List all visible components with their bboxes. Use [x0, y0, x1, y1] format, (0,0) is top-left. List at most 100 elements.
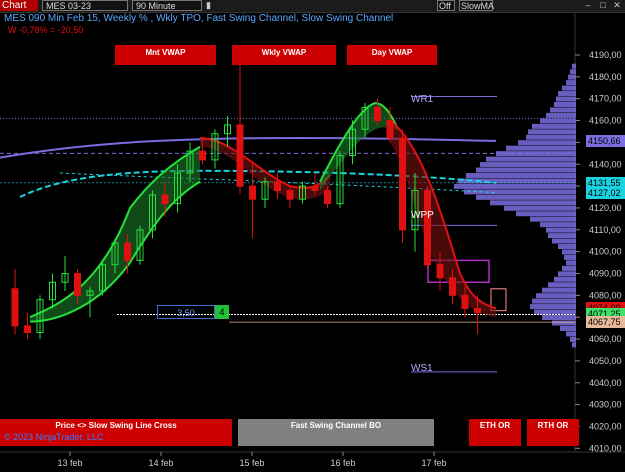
profile-bar [562, 265, 576, 271]
profile-bar [548, 282, 576, 288]
price-marker: 4150,66 [586, 134, 625, 147]
profile-bar [556, 96, 576, 102]
price-marker: 4067,75 [586, 316, 625, 329]
profile-bar [566, 260, 576, 266]
copyright-text: © 2023 NinjaTrader, LLC [4, 432, 104, 442]
time-tick-label: 14 feb [148, 458, 173, 468]
candle-body [274, 181, 281, 191]
profile-bar [530, 304, 576, 310]
price-tick-label: 4020,00 [589, 421, 622, 431]
price-tick-label: 4110,00 [589, 225, 621, 235]
fast-swing-bo-button[interactable]: Fast Swing Channel BO [238, 419, 434, 446]
count-box: 4 [215, 305, 229, 319]
candle-body [11, 288, 19, 327]
profile-bar [504, 205, 576, 211]
profile-bar [528, 129, 576, 135]
candle-body [461, 294, 469, 309]
time-axis: 13 feb 14 feb 15 feb 16 feb 17 feb [57, 452, 447, 468]
profile-bar [560, 325, 576, 331]
day-vwap-button[interactable]: Day VWAP [347, 45, 437, 65]
profile-bar [526, 134, 576, 140]
candle-body [324, 189, 331, 205]
profile-bar [490, 200, 576, 206]
time-tick-label: 17 feb [421, 458, 446, 468]
profile-bar [542, 287, 576, 293]
price-axis: 4190,004180,004170,004160,004150,004140,… [575, 50, 622, 453]
candle-body [436, 264, 444, 279]
price-tick-label: 4180,00 [589, 72, 622, 82]
profile-bar [562, 85, 576, 91]
profile-bar [568, 74, 576, 80]
profile-bar [558, 244, 576, 250]
pivot-levels [0, 96, 575, 373]
profile-bar [558, 91, 576, 97]
candle-body [449, 277, 456, 296]
candle-body [424, 189, 431, 266]
profile-bar [558, 271, 576, 277]
price-tick-label: 4140,00 [589, 159, 622, 169]
profile-bar [506, 145, 576, 151]
profile-bar [566, 80, 576, 86]
profile-bar [540, 118, 576, 124]
profile-bar [486, 156, 576, 162]
price-tick-label: 4050,00 [589, 356, 622, 366]
mnt-vwap-button[interactable]: Mnt VWAP [115, 45, 216, 65]
profile-bar [476, 167, 576, 173]
profile-bar [546, 227, 576, 233]
candle-body [399, 137, 406, 231]
profile-bar [572, 63, 576, 69]
price-tick-label: 4190,00 [589, 50, 622, 60]
profile-bar [466, 172, 576, 178]
profile-bar [554, 101, 576, 107]
wr1-label: WR1 [411, 94, 434, 105]
value-box: 3,50 [157, 305, 215, 319]
price-marker: 4127,02 [586, 186, 625, 199]
candle-body [386, 120, 394, 139]
price-tick-label: 4120,00 [589, 203, 622, 213]
time-tick-label: 13 feb [57, 458, 82, 468]
candle-body [124, 242, 131, 261]
profile-bar [564, 254, 576, 260]
profile-bar [516, 211, 576, 217]
profile-bar [536, 293, 576, 299]
profile-bar [552, 320, 576, 326]
profile-bar [534, 309, 576, 315]
time-tick-label: 15 feb [239, 458, 264, 468]
candle-body [286, 189, 294, 200]
candle-body [236, 124, 244, 187]
candle-body [374, 106, 381, 122]
candle-body [199, 150, 206, 161]
profile-bar [546, 112, 576, 118]
candle-body [74, 273, 81, 296]
profile-bar [518, 140, 576, 146]
profile-bar [562, 249, 576, 255]
wpp-label: WPP [411, 210, 434, 221]
price-tick-label: 4160,00 [589, 116, 622, 126]
profile-bar [550, 107, 576, 113]
rth-or-button[interactable]: RTH OR [527, 419, 579, 446]
candle-body [474, 307, 481, 314]
profile-bar [454, 183, 576, 189]
profile-bar [532, 298, 576, 304]
candle-body [24, 325, 31, 333]
price-tick-label: 4030,00 [589, 400, 622, 410]
price-tick-label: 4010,00 [589, 443, 622, 453]
price-tick-label: 4100,00 [589, 247, 622, 257]
wkly-vwap-button[interactable]: Wkly VWAP [232, 45, 336, 65]
profile-bar [480, 162, 576, 168]
price-tick-label: 4060,00 [589, 334, 622, 344]
price-tick-label: 4080,00 [589, 290, 622, 300]
profile-bar [554, 276, 576, 282]
profile-bar [548, 233, 576, 239]
candle-body [311, 185, 319, 191]
profile-bar [572, 342, 576, 348]
price-chart[interactable]: 4190,004180,004170,004160,004150,004140,… [0, 0, 625, 472]
eth-or-button[interactable]: ETH OR [469, 419, 521, 446]
profile-bar [530, 216, 576, 222]
candle-body [161, 194, 169, 205]
profile-bar [476, 194, 576, 200]
vwap-month-line [0, 137, 497, 159]
ws1-label: WS1 [411, 363, 433, 374]
price-tick-label: 4090,00 [589, 269, 622, 279]
profile-bar [532, 123, 576, 129]
